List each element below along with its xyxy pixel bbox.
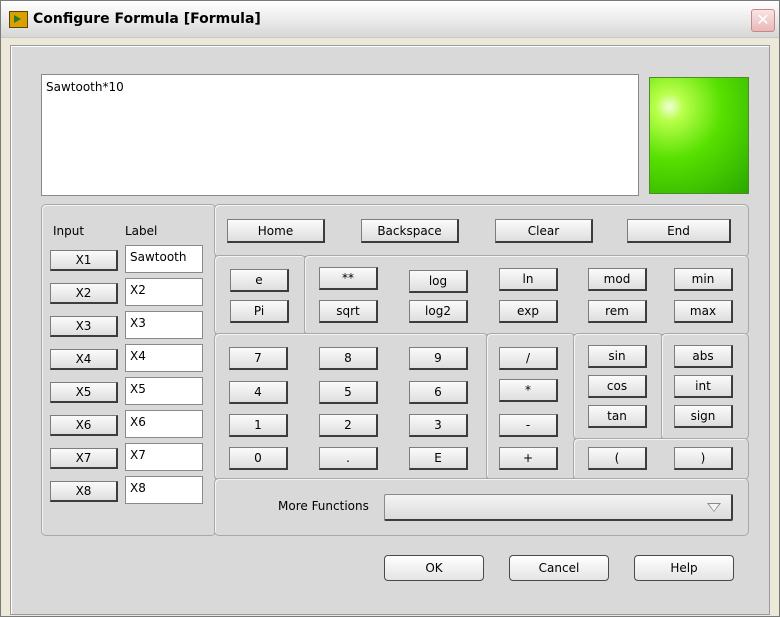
home-button[interactable]: Home	[227, 219, 325, 243]
abs-button[interactable]: abs	[674, 345, 733, 368]
constant-pi-button[interactable]: Pi	[230, 300, 289, 323]
ln-button[interactable]: ln	[499, 268, 558, 291]
backspace-button[interactable]: Backspace	[361, 219, 459, 243]
decimal-point-button[interactable]: .	[319, 447, 378, 470]
cos-button[interactable]: cos	[588, 375, 647, 398]
input-x7-label-field[interactable]: X7	[125, 443, 203, 471]
divide-button[interactable]: /	[499, 347, 558, 370]
clear-button[interactable]: Clear	[495, 219, 593, 243]
input-x5-label-field[interactable]: X5	[125, 377, 203, 405]
valid-formula-led-indicator	[649, 77, 749, 194]
open-paren-button[interactable]: (	[588, 447, 647, 470]
input-x6-label-field[interactable]: X6	[125, 410, 203, 438]
input-x2-button[interactable]: X2	[50, 283, 118, 304]
input-x8-button[interactable]: X8	[50, 481, 118, 502]
add-button[interactable]: +	[499, 447, 558, 470]
cancel-button[interactable]: Cancel	[509, 555, 609, 581]
title-bar[interactable]: Configure Formula [Formula] ✕	[1, 1, 779, 38]
window-title: Configure Formula [Formula]	[33, 11, 261, 27]
sign-button[interactable]: sign	[674, 405, 733, 428]
constant-e-button[interactable]: e	[230, 269, 289, 292]
sqrt-button[interactable]: sqrt	[319, 300, 378, 323]
close-button[interactable]: ✕	[751, 9, 775, 32]
min-button[interactable]: min	[674, 268, 733, 291]
tan-button[interactable]: tan	[588, 405, 647, 428]
input-column-header: Input	[53, 224, 85, 238]
labview-app-icon	[9, 11, 28, 28]
input-x3-label-field[interactable]: X3	[125, 311, 203, 339]
power-button[interactable]: **	[319, 267, 378, 290]
log-button[interactable]: log	[409, 270, 468, 293]
digit-8-button[interactable]: 8	[319, 347, 378, 370]
sin-button[interactable]: sin	[588, 345, 647, 368]
configure-formula-window: Configure Formula [Formula] ✕ Sawtooth*1…	[0, 0, 780, 617]
digit-0-button[interactable]: 0	[229, 447, 288, 470]
formula-text-field[interactable]: Sawtooth*10	[41, 74, 639, 196]
digit-2-button[interactable]: 2	[319, 414, 378, 437]
subtract-button[interactable]: -	[499, 414, 558, 437]
digit-1-button[interactable]: 1	[229, 414, 288, 437]
label-column-header: Label	[125, 224, 158, 238]
help-button[interactable]: Help	[634, 555, 734, 581]
more-functions-label: More Functions	[278, 499, 369, 513]
constants-panel	[214, 255, 306, 335]
input-x5-button[interactable]: X5	[50, 382, 118, 403]
digit-6-button[interactable]: 6	[409, 381, 468, 404]
more-functions-dropdown[interactable]	[384, 494, 733, 521]
log2-button[interactable]: log2	[409, 300, 468, 323]
digit-4-button[interactable]: 4	[229, 381, 288, 404]
input-x7-button[interactable]: X7	[50, 448, 118, 469]
exponent-e-button[interactable]: E	[409, 447, 468, 470]
max-button[interactable]: max	[674, 300, 733, 323]
input-x4-button[interactable]: X4	[50, 349, 118, 370]
digit-7-button[interactable]: 7	[229, 347, 288, 370]
input-x6-button[interactable]: X6	[50, 415, 118, 436]
input-x8-label-field[interactable]: X8	[125, 476, 203, 504]
digit-9-button[interactable]: 9	[409, 347, 468, 370]
ok-button[interactable]: OK	[384, 555, 484, 581]
exp-button[interactable]: exp	[499, 300, 558, 323]
input-x4-label-field[interactable]: X4	[125, 344, 203, 372]
input-x1-label-field[interactable]: Sawtooth	[125, 245, 203, 273]
close-paren-button[interactable]: )	[674, 447, 733, 470]
end-button[interactable]: End	[627, 219, 731, 243]
rem-button[interactable]: rem	[588, 300, 647, 323]
mod-button[interactable]: mod	[588, 268, 647, 291]
multiply-button[interactable]: *	[499, 379, 558, 402]
input-x1-button[interactable]: X1	[50, 250, 118, 271]
int-button[interactable]: int	[674, 375, 733, 398]
dropdown-arrow-icon	[707, 503, 721, 512]
input-x3-button[interactable]: X3	[50, 316, 118, 337]
input-x2-label-field[interactable]: X2	[125, 278, 203, 306]
digit-3-button[interactable]: 3	[409, 414, 468, 437]
digit-5-button[interactable]: 5	[319, 381, 378, 404]
